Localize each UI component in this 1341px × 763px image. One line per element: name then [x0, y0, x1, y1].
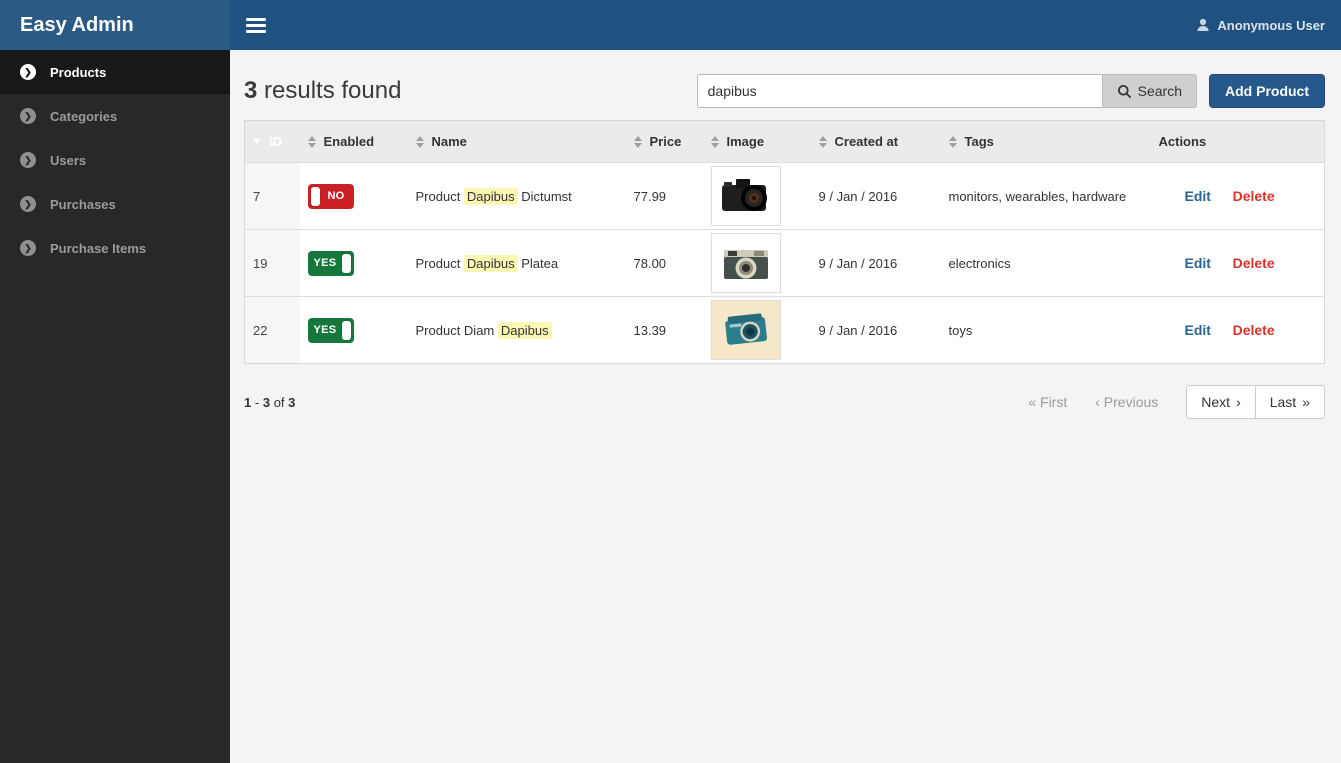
- sidebar-item-purchase-items[interactable]: ❯ Purchase Items: [0, 226, 230, 270]
- cell-name: Product Dapibus Dictumst: [407, 162, 626, 230]
- table-header-row: ID Enabled Name Price Image Created at T…: [244, 120, 1325, 163]
- cell-name: Product Diam Dapibus: [407, 296, 626, 364]
- main-content: 3 results found Search Add Product: [230, 50, 1341, 763]
- chevron-right-icon: ›: [1236, 394, 1241, 410]
- product-photo[interactable]: [710, 166, 781, 226]
- table-row: 22 YES Product Diam Dapibus 13.39 9 / Ja…: [244, 296, 1325, 364]
- cell-id: 22: [244, 296, 300, 364]
- column-header-created-at[interactable]: Created at: [810, 120, 941, 163]
- sort-carets-icon: [710, 135, 719, 148]
- enabled-toggle[interactable]: NO: [307, 183, 354, 209]
- sort-carets-icon: [948, 135, 957, 148]
- product-photo[interactable]: [710, 300, 781, 360]
- search-button-label: Search: [1137, 83, 1182, 99]
- pagination-first: « First: [1028, 394, 1068, 410]
- delete-link[interactable]: Delete: [1233, 255, 1275, 271]
- sidebar-item-label: Users: [50, 152, 87, 168]
- enabled-toggle[interactable]: YES: [307, 317, 354, 343]
- chevron-circle-right-icon: ❯: [20, 152, 36, 168]
- cell-id: 7: [244, 162, 300, 230]
- search-input[interactable]: [696, 74, 1102, 108]
- sidebar-item-products[interactable]: ❯ Products: [0, 50, 230, 94]
- results-count: 3: [244, 77, 258, 104]
- double-chevron-right-icon: »: [1302, 394, 1310, 410]
- sidebar: ❯ Products ❯ Categories ❯ Users ❯ Purcha…: [0, 50, 230, 763]
- sort-carets-icon: [307, 135, 316, 148]
- products-table: ID Enabled Name Price Image Created at T…: [244, 120, 1325, 364]
- cell-tags: electronics: [940, 229, 1151, 297]
- search-match-highlight: Dapibus: [463, 254, 518, 272]
- table-row: 7 NO Product Dapibus Dictumst 77.99 9 / …: [244, 162, 1325, 230]
- pagination: 1 - 3 of 3 « First ‹ Previous Next › Las: [244, 385, 1325, 419]
- column-header-enabled[interactable]: Enabled: [299, 120, 408, 163]
- column-header-id[interactable]: ID: [244, 120, 300, 163]
- cell-created-at: 9 / Jan / 2016: [810, 162, 941, 230]
- edit-link[interactable]: Edit: [1185, 188, 1211, 204]
- chevron-circle-right-icon: ❯: [20, 108, 36, 124]
- delete-link[interactable]: Delete: [1233, 322, 1275, 338]
- user-menu[interactable]: Anonymous User: [1196, 18, 1325, 33]
- cell-tags: monitors, wearables, hardware: [940, 162, 1151, 230]
- double-chevron-left-icon: «: [1028, 394, 1037, 410]
- search-match-highlight: Dapibus: [497, 321, 552, 339]
- magnifier-icon: [1117, 84, 1131, 98]
- sidebar-item-purchases[interactable]: ❯ Purchases: [0, 182, 230, 226]
- delete-link[interactable]: Delete: [1233, 188, 1275, 204]
- product-photo[interactable]: [710, 233, 781, 293]
- column-header-price[interactable]: Price: [625, 120, 703, 163]
- topbar-main: Anonymous User: [230, 0, 1341, 50]
- search-match-highlight: Dapibus: [463, 187, 518, 205]
- sidebar-item-label: Purchases: [50, 196, 116, 212]
- column-header-image[interactable]: Image: [702, 120, 811, 163]
- search-group: Search: [696, 74, 1197, 108]
- cell-price: 13.39: [625, 296, 703, 364]
- cell-tags: toys: [940, 296, 1151, 364]
- sort-carets-icon: [633, 135, 642, 148]
- search-button[interactable]: Search: [1101, 74, 1197, 108]
- user-label: Anonymous User: [1217, 17, 1325, 33]
- sidebar-item-label: Categories: [50, 108, 118, 124]
- results-text: results found: [257, 77, 402, 104]
- menu-icon[interactable]: [246, 15, 266, 36]
- chevron-circle-right-icon: ❯: [20, 196, 36, 212]
- topbar: Easy Admin Anonymous User: [0, 0, 1341, 50]
- camera-vintage-image: [723, 250, 768, 279]
- pagination-info: 1 - 3 of 3: [244, 394, 296, 410]
- pagination-last[interactable]: Last »: [1254, 385, 1325, 419]
- cell-price: 78.00: [625, 229, 703, 297]
- camera-dslr-image: [721, 179, 767, 211]
- edit-link[interactable]: Edit: [1185, 255, 1211, 271]
- cell-name: Product Dapibus Platea: [407, 229, 626, 297]
- app-logo: Easy Admin: [0, 0, 230, 50]
- results-heading: 3 results found: [244, 77, 401, 105]
- sort-carets-icon: [818, 135, 827, 148]
- pagination-next[interactable]: Next ›: [1186, 385, 1256, 419]
- sidebar-item-label: Products: [50, 64, 107, 80]
- sidebar-item-users[interactable]: ❯ Users: [0, 138, 230, 182]
- column-header-tags[interactable]: Tags: [940, 120, 1151, 163]
- sidebar-item-categories[interactable]: ❯ Categories: [0, 94, 230, 138]
- user-icon: [1197, 18, 1209, 31]
- cell-created-at: 9 / Jan / 2016: [810, 229, 941, 297]
- chevron-circle-right-icon: ❯: [20, 64, 36, 80]
- sidebar-item-label: Purchase Items: [50, 240, 147, 256]
- add-product-button[interactable]: Add Product: [1209, 74, 1325, 108]
- chevron-left-icon: ‹: [1095, 394, 1100, 410]
- column-header-name[interactable]: Name: [407, 120, 626, 163]
- column-header-actions: Actions: [1150, 120, 1325, 163]
- enabled-toggle[interactable]: YES: [307, 250, 354, 276]
- sort-carets-icon: [415, 135, 424, 148]
- cell-id: 19: [244, 229, 300, 297]
- chevron-circle-right-icon: ❯: [20, 240, 36, 256]
- edit-link[interactable]: Edit: [1185, 322, 1211, 338]
- cell-price: 77.99: [625, 162, 703, 230]
- camera-compact-image: [724, 313, 767, 345]
- pagination-previous: ‹ Previous: [1095, 394, 1159, 410]
- cell-created-at: 9 / Jan / 2016: [810, 296, 941, 364]
- caret-down-icon: [253, 139, 261, 144]
- table-row: 19 YES Product Dapibus Platea 78.00 9 / …: [244, 229, 1325, 297]
